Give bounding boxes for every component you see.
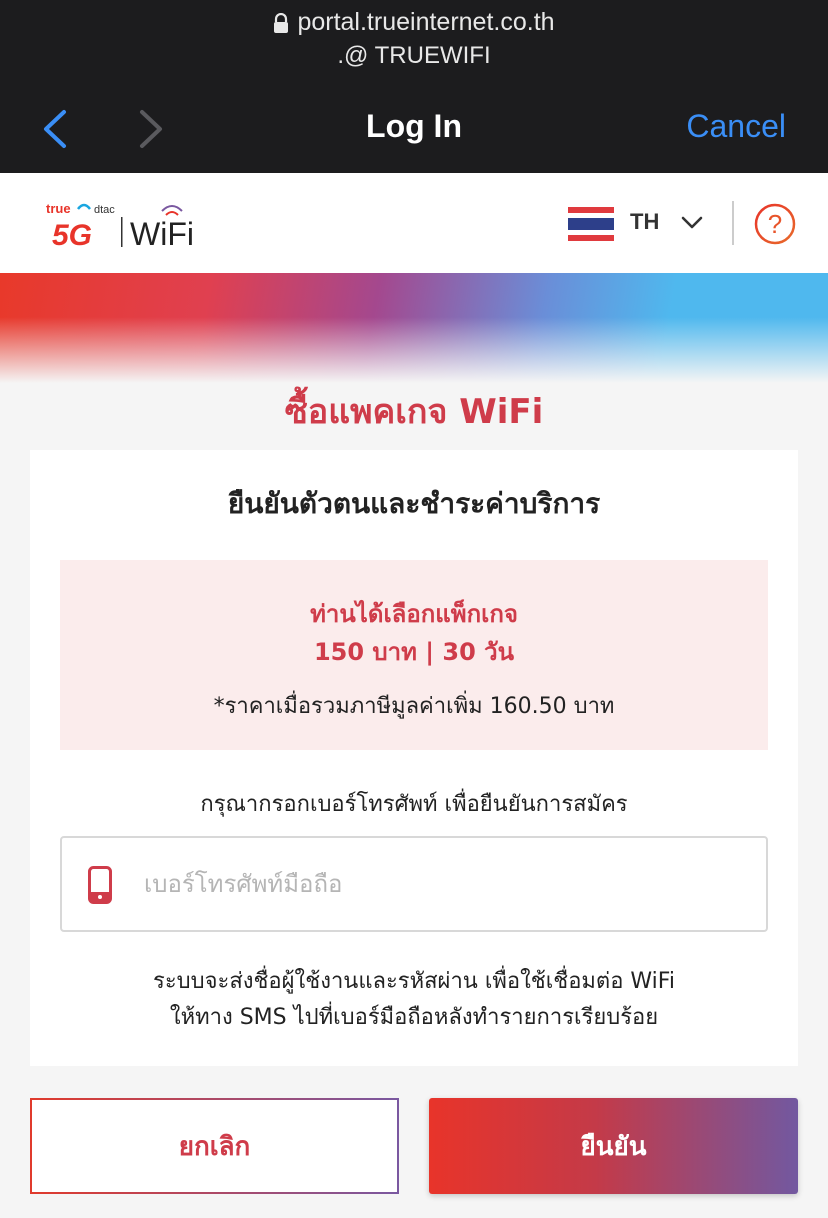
verification-card: ยืนยันตัวตนและชำระค่าบริการ ท่านได้เลือก…: [30, 450, 798, 1066]
browser-bar: portal.trueinternet.co.th .@ TRUEWIFI Lo…: [0, 0, 828, 173]
url-display: portal.trueinternet.co.th: [0, 8, 828, 37]
phone-field[interactable]: [60, 836, 768, 932]
gradient-banner: [0, 273, 828, 383]
card-title: ยืนยันตัวตนและชำระค่าบริการ: [227, 487, 601, 520]
url-text: portal.trueinternet.co.th: [297, 8, 555, 36]
selected-package-box: ท่านได้เลือกแพ็กเกจ 150 บาท | 30 วัน *รา…: [60, 560, 768, 750]
package-detail: 150 บาท | 30 วัน: [313, 638, 515, 666]
chevron-down-icon[interactable]: [680, 215, 704, 231]
svg-text:WiFi: WiFi: [130, 216, 194, 252]
svg-text:?: ?: [768, 209, 782, 239]
cancel-button[interactable]: ยกเลิก: [30, 1098, 399, 1194]
svg-text:true: true: [46, 201, 71, 216]
header-divider: [732, 201, 734, 245]
help-icon[interactable]: ?: [754, 203, 796, 245]
page-title: ซื้อแพคเกจ WiFi: [284, 392, 544, 432]
network-name: .@ TRUEWIFI: [337, 42, 491, 69]
phone-input[interactable]: [142, 860, 746, 908]
sms-note: ระบบจะส่งชื่อผู้ใช้งานและรหัสผ่าน เพื่อใ…: [30, 964, 798, 1036]
package-vat-note: *ราคาเมื่อรวมภาษีมูลค่าเพิ่ม 160.50 บาท: [213, 694, 615, 719]
thailand-flag-icon[interactable]: [568, 207, 614, 241]
true-dtac-5g-wifi-logo[interactable]: true dtac 5G WiFi: [44, 199, 214, 253]
mobile-phone-icon: [88, 866, 112, 904]
lock-icon: [274, 12, 289, 33]
browser-cancel-button[interactable]: Cancel: [686, 108, 786, 145]
language-selector[interactable]: TH: [630, 209, 659, 235]
confirm-button[interactable]: ยืนยัน: [429, 1098, 798, 1194]
package-heading: ท่านได้เลือกแพ็กเกจ: [310, 600, 518, 628]
phone-instruction: กรุณากรอกเบอร์โทรศัพท์ เพื่อยืนยันการสมั…: [200, 792, 628, 817]
svg-text:dtac: dtac: [94, 204, 115, 216]
svg-text:5G: 5G: [52, 219, 92, 252]
sms-note-line1: ระบบจะส่งชื่อผู้ใช้งานและรหัสผ่าน เพื่อใ…: [153, 969, 675, 994]
site-header: true dtac 5G WiFi TH ?: [0, 173, 828, 273]
sms-note-line2: ให้ทาง SMS ไปที่เบอร์มือถือหลังทำรายการเ…: [169, 1005, 659, 1030]
